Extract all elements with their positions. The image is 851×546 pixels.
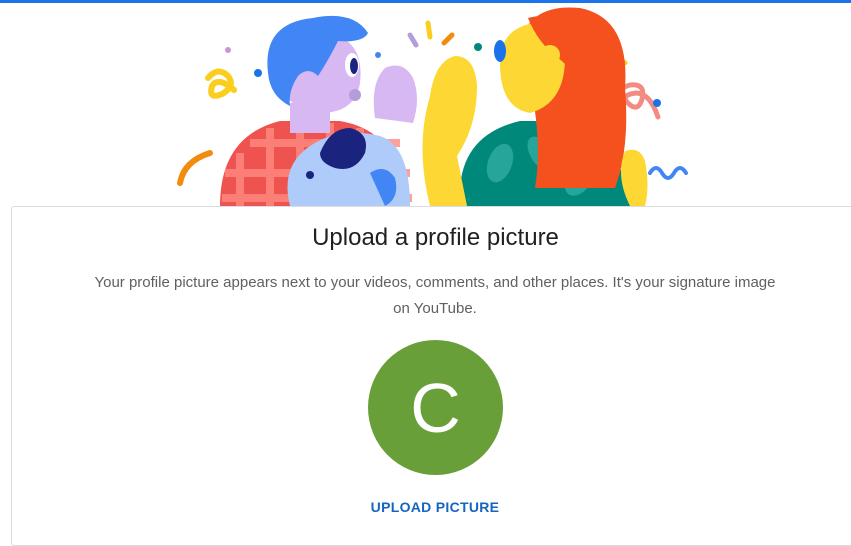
avatar: C — [368, 340, 503, 475]
upload-picture-button[interactable]: UPLOAD PICTURE — [360, 494, 510, 520]
avatar-letter: C — [410, 368, 461, 447]
page-title: Upload a profile picture — [312, 224, 559, 251]
profile-picture-description: Your profile picture appears next to you… — [94, 274, 776, 317]
friends-illustration — [160, 3, 700, 206]
